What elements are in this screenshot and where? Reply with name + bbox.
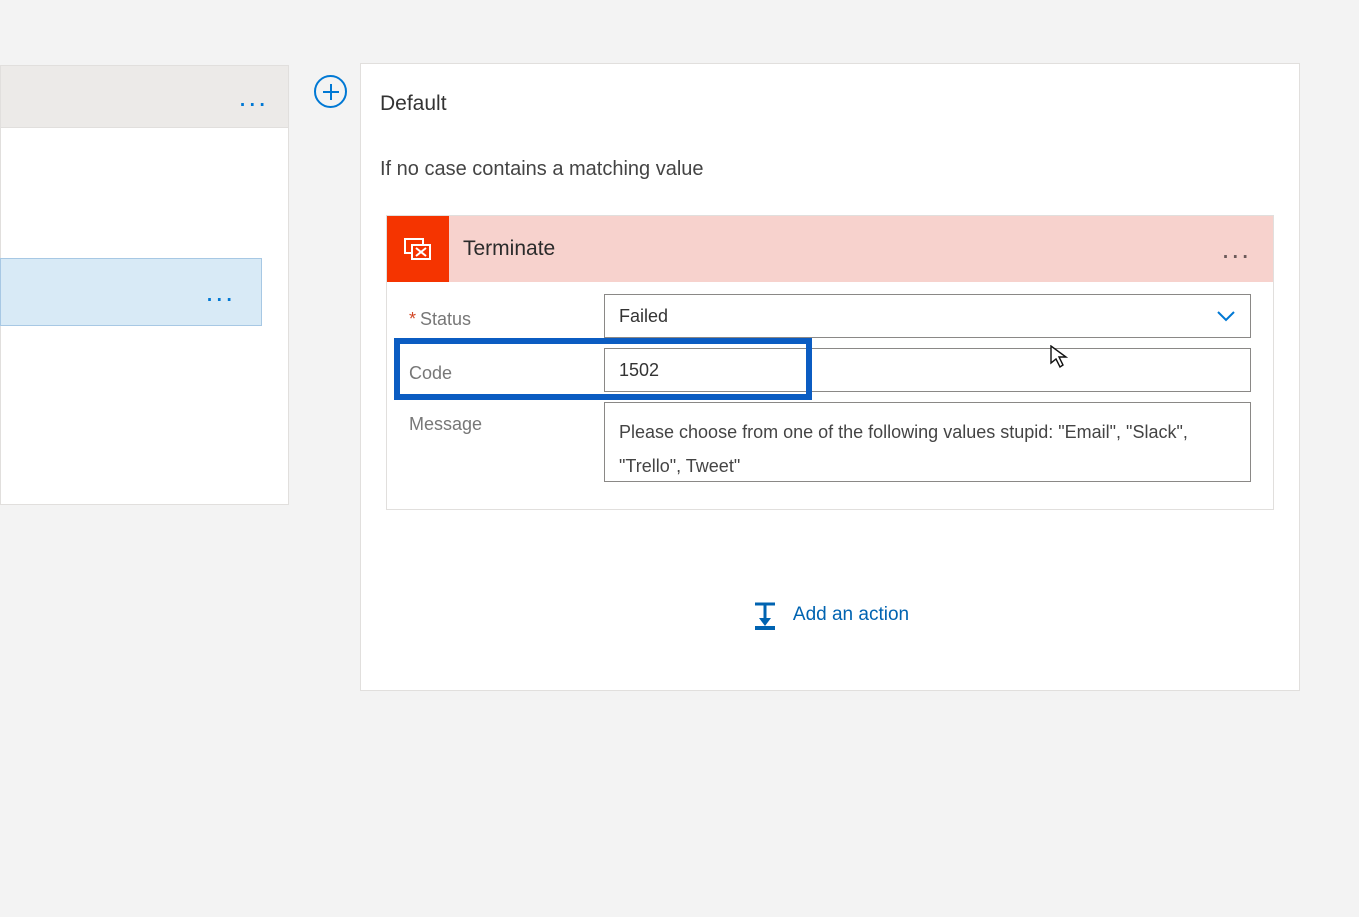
message-input[interactable] <box>604 402 1251 482</box>
action-title: Terminate <box>449 237 1222 261</box>
code-input[interactable] <box>604 348 1251 392</box>
chevron-down-icon <box>1216 306 1236 327</box>
action-header[interactable]: Terminate ... <box>387 216 1273 282</box>
message-row: Message <box>409 402 1251 487</box>
add-case-button[interactable] <box>314 75 347 108</box>
message-label: Message <box>409 402 604 487</box>
terminate-icon <box>387 216 449 282</box>
add-action-button[interactable]: Add an action <box>386 600 1274 630</box>
ellipsis-icon[interactable]: ... <box>1222 244 1251 254</box>
terminate-action-card: Terminate ... *Status Failed Co <box>386 215 1274 510</box>
ellipsis-icon[interactable]: ... <box>239 92 268 102</box>
status-value: Failed <box>619 306 668 327</box>
ellipsis-icon[interactable]: ... <box>206 287 235 297</box>
default-case-card: Default If no case contains a matching v… <box>360 63 1300 691</box>
required-asterisk: * <box>409 309 416 329</box>
left-card-header: ... <box>1 66 288 128</box>
card-subtitle: If no case contains a matching value <box>380 158 1274 181</box>
card-title: Default <box>380 92 1274 116</box>
status-select[interactable]: Failed <box>604 294 1251 338</box>
left-sub-action[interactable]: ... <box>0 258 262 326</box>
code-row: Code <box>409 348 1251 392</box>
status-label: *Status <box>409 294 604 338</box>
code-label: Code <box>409 348 604 392</box>
status-row: *Status Failed <box>409 294 1251 338</box>
add-action-label: Add an action <box>793 604 909 626</box>
action-form: *Status Failed Code <box>387 282 1273 509</box>
insert-step-icon <box>751 600 779 630</box>
